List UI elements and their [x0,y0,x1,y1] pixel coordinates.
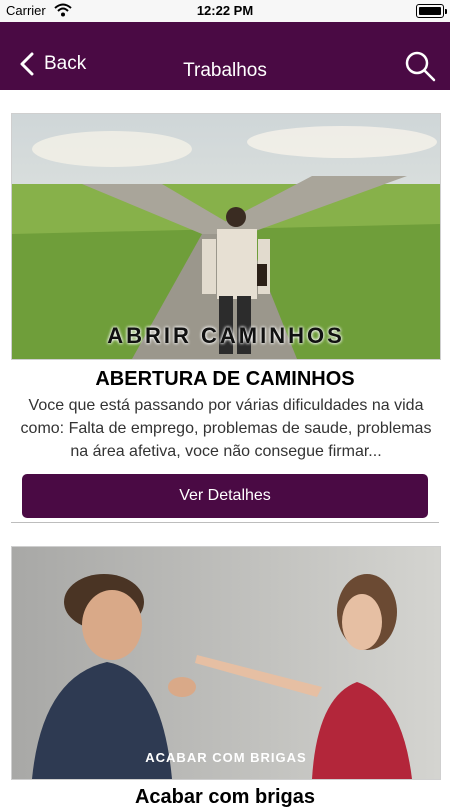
image-caption: ACABAR COM BRIGAS [145,750,307,765]
card-title: Acabar com brigas [134,786,316,808]
image-caption: ABRIR CAMINHOS [107,323,345,348]
search-icon[interactable] [404,50,436,82]
battery-icon [416,4,447,18]
status-bar: Carrier 12:22 PM [0,0,450,22]
card-image-abertura-de-caminhos[interactable]: ABRIR CAMINHOS [11,113,441,360]
page-title: Trabalhos [183,60,267,81]
navigation-bar: Back Trabalhos [0,22,450,90]
card-description: Voce que está passando por várias dificu… [20,397,432,460]
card-image-acabar-com-brigas[interactable]: ACABAR COM BRIGAS [11,546,441,780]
arguing-couple-illustration [12,547,440,779]
card-divider [11,522,439,523]
ver-detalhes-button[interactable]: Ver Detalhes [22,474,428,518]
status-time: 12:22 PM [196,3,254,18]
card-title: ABERTURA DE CAMINHOS [95,368,355,390]
